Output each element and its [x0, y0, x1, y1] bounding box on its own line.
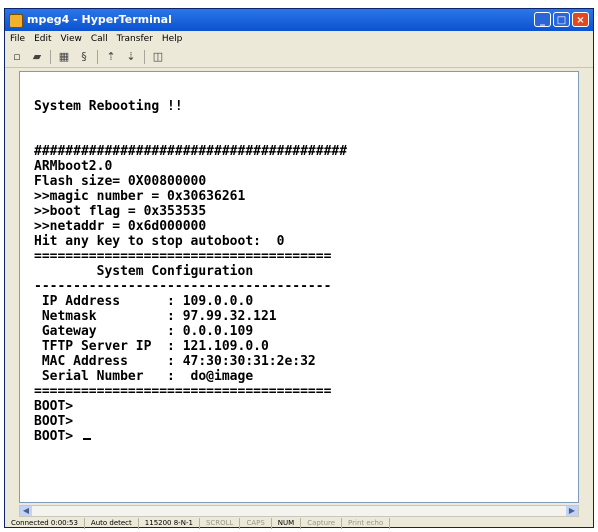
terminal-line: ======================================: [34, 384, 332, 399]
terminal-line: ======================================: [34, 249, 332, 264]
terminal-screen[interactable]: System Rebooting !! ####################…: [19, 71, 579, 503]
toolbar-divider: [144, 50, 145, 64]
terminal-line: BOOT>: [34, 399, 74, 414]
text-cursor: [82, 438, 91, 440]
scroll-right-icon[interactable]: ▶: [566, 506, 578, 516]
minimize-button[interactable]: _: [534, 12, 551, 27]
menu-call[interactable]: Call: [91, 31, 108, 47]
toolbar-divider: [50, 50, 51, 64]
maximize-button[interactable]: □: [553, 12, 570, 27]
horizontal-scrollbar[interactable]: ◀ ▶: [19, 505, 579, 517]
terminal-line: MAC Address : 47:30:30:31:2e:32: [34, 354, 316, 369]
status-settings: 115200 8-N-1: [139, 518, 200, 529]
receive-icon[interactable]: ⇣: [124, 50, 138, 64]
menu-edit[interactable]: Edit: [34, 31, 51, 47]
close-button[interactable]: ×: [572, 12, 589, 27]
terminal-line: System Configuration: [34, 264, 254, 279]
window-title: mpeg4 - HyperTerminal: [27, 13, 172, 26]
status-num: NUM: [272, 518, 302, 529]
menu-view[interactable]: View: [61, 31, 82, 47]
new-icon[interactable]: ▫: [10, 50, 24, 64]
hyperterminal-icon: [9, 14, 23, 28]
toolbar-divider: [97, 50, 98, 64]
window-controls: _ □ ×: [534, 12, 589, 27]
send-icon[interactable]: ⇡: [104, 50, 118, 64]
terminal-line: IP Address : 109.0.0.0: [34, 294, 254, 309]
status-capture: Capture: [301, 518, 343, 529]
terminal-line: Flash size= 0X00800000: [34, 174, 207, 189]
disconnect-icon[interactable]: ▦: [57, 50, 71, 64]
menu-bar: File Edit View Call Transfer Help: [5, 31, 593, 47]
terminal-output: System Rebooting !! ####################…: [34, 99, 347, 444]
terminal-line: >>boot flag = 0x353535: [34, 204, 207, 219]
menu-help[interactable]: Help: [162, 31, 183, 47]
terminal-line: --------------------------------------: [34, 279, 332, 294]
terminal-line: Serial Number : do@image: [34, 369, 254, 384]
terminal-line: >>magic number = 0x30636261: [34, 189, 246, 204]
terminal-line: Hit any key to stop autoboot: 0: [34, 234, 285, 249]
status-bar: Connected 0:00:53 Auto detect 115200 8-N…: [5, 518, 593, 529]
status-detect: Auto detect: [85, 518, 139, 529]
hyperterminal-window: mpeg4 - HyperTerminal _ □ × File Edit Vi…: [4, 8, 594, 529]
status-print-echo: Print echo: [342, 518, 391, 529]
properties-icon[interactable]: §: [77, 50, 91, 64]
settings-icon[interactable]: ◫: [151, 50, 165, 64]
menu-file[interactable]: File: [10, 31, 25, 47]
open-icon[interactable]: ▰: [30, 50, 44, 64]
terminal-line: >>netaddr = 0x6d000000: [34, 219, 207, 234]
terminal-line: BOOT>: [34, 429, 81, 444]
title-bar[interactable]: mpeg4 - HyperTerminal _ □ ×: [5, 9, 593, 31]
status-caps: CAPS: [240, 518, 272, 529]
terminal-line: System Rebooting !!: [34, 99, 183, 114]
status-scroll: SCROLL: [200, 518, 241, 529]
terminal-line: ########################################: [34, 144, 348, 159]
terminal-line: Gateway : 0.0.0.109: [34, 324, 254, 339]
menu-transfer[interactable]: Transfer: [117, 31, 153, 47]
terminal-line: TFTP Server IP : 121.109.0.0: [34, 339, 269, 354]
terminal-line: BOOT>: [34, 414, 74, 429]
scroll-left-icon[interactable]: ◀: [20, 506, 32, 516]
status-connected: Connected 0:00:53: [5, 518, 85, 529]
toolbar: ▫ ▰ ▦ § ⇡ ⇣ ◫: [5, 47, 593, 68]
terminal-line: ARMboot2.0: [34, 159, 113, 174]
terminal-line: Netmask : 97.99.32.121: [34, 309, 277, 324]
